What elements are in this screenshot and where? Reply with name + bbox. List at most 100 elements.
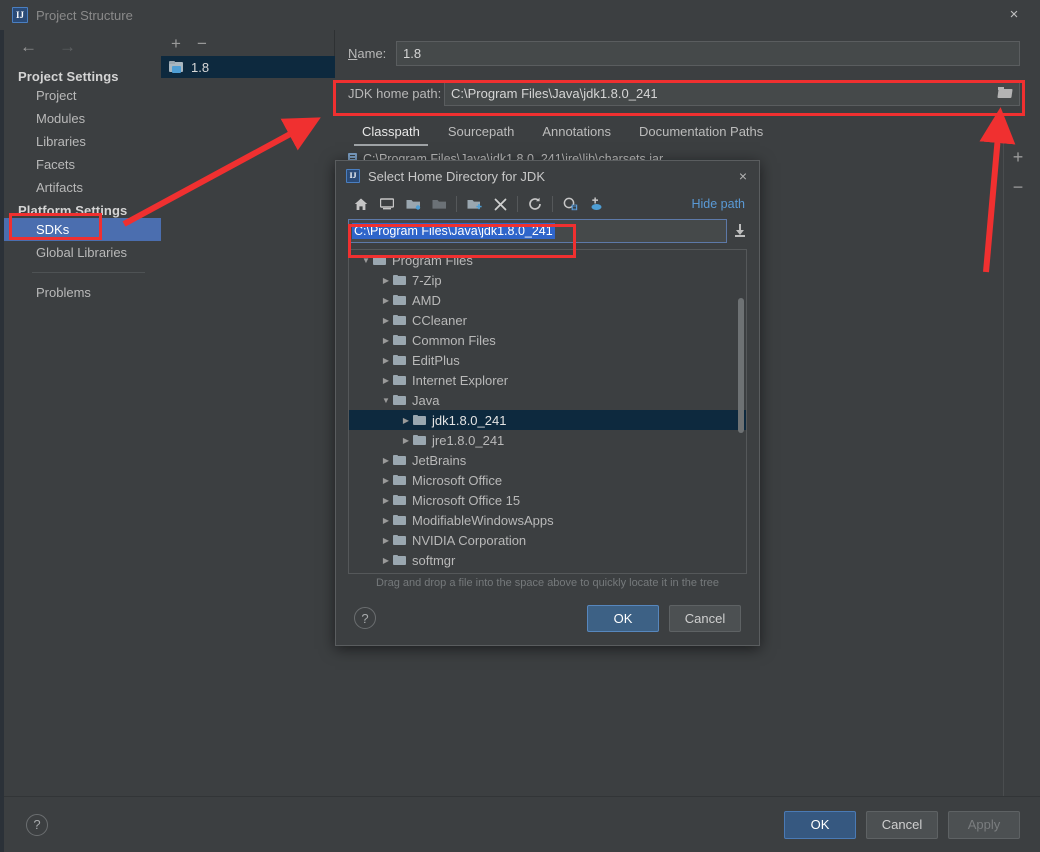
tree-item[interactable]: ▼ Program Files [349, 250, 746, 270]
tree-item[interactable]: ▼ Java [349, 390, 746, 410]
chevron-right-icon[interactable]: ▶ [379, 316, 393, 325]
directory-tree-rows: ▼ Program Files ▶ 7-Zip ▶ AMD ▶ CCleaner ▶ Common… [349, 250, 746, 570]
folder-icon [393, 494, 406, 506]
tree-scrollbar[interactable] [738, 298, 744, 433]
browse-folder-icon[interactable] [998, 86, 1013, 99]
download-icon[interactable] [733, 224, 747, 238]
tab-documentation-paths[interactable]: Documentation Paths [625, 120, 777, 146]
tree-item[interactable]: ▶ EditPlus [349, 350, 746, 370]
sidebar-item-sdks[interactable]: SDKs [4, 218, 161, 241]
modal-close-icon[interactable]: × [739, 168, 747, 184]
chevron-right-icon[interactable]: ▶ [379, 476, 393, 485]
cancel-button[interactable]: Cancel [866, 810, 938, 839]
tree-item-label: jre1.8.0_241 [432, 432, 505, 448]
tree-item[interactable]: ▶ ModifiableWindowsApps [349, 510, 746, 530]
tab-sourcepath[interactable]: Sourcepath [434, 120, 529, 146]
refresh-icon[interactable] [522, 193, 548, 215]
chevron-right-icon[interactable]: ▶ [379, 276, 393, 285]
chevron-right-icon[interactable]: ▶ [399, 436, 413, 445]
add-bookmark-icon[interactable] [583, 193, 609, 215]
sidebar-item-facets[interactable]: Facets [4, 153, 161, 176]
tree-item[interactable]: ▶ jdk1.8.0_241 [349, 410, 746, 430]
jdk-home-path-input[interactable] [444, 80, 1020, 106]
tree-item-label: Program Files [392, 252, 473, 268]
sidebar-item-global-libraries[interactable]: Global Libraries [4, 241, 161, 264]
add-sdk-button[interactable]: + [171, 35, 181, 52]
tree-item-label: EditPlus [412, 352, 460, 368]
chevron-right-icon[interactable]: ▶ [379, 516, 393, 525]
tree-item[interactable]: ▶ jre1.8.0_241 [349, 430, 746, 450]
sidebar-item-artifacts[interactable]: Artifacts [4, 176, 161, 199]
folder-icon [393, 514, 406, 526]
tree-item-label: 7-Zip [412, 272, 442, 288]
modal-path-input[interactable]: C:\Program Files\Java\jdk1.8.0_241 [348, 219, 727, 243]
folder-icon [393, 394, 406, 406]
detail-tabs: Classpath Sourcepath Annotations Documen… [348, 120, 1040, 146]
title-bar: IJ Project Structure × [0, 0, 1040, 30]
chevron-right-icon[interactable]: ▶ [399, 416, 413, 425]
tree-item[interactable]: ▶ CCleaner [349, 310, 746, 330]
nav-arrows: ← → [4, 30, 161, 55]
tree-item[interactable]: ▶ softmgr [349, 550, 746, 570]
tree-item[interactable]: ▶ Microsoft Office 15 [349, 490, 746, 510]
tree-item-label: AMD [412, 292, 441, 308]
help-icon[interactable]: ? [26, 813, 48, 836]
chevron-right-icon[interactable]: ▶ [379, 376, 393, 385]
sidebar-item-modules[interactable]: Modules [4, 107, 161, 130]
sidebar-item-problems[interactable]: Problems [4, 281, 161, 304]
chevron-right-icon[interactable]: ▶ [379, 356, 393, 365]
modal-cancel-button[interactable]: Cancel [669, 604, 741, 632]
desktop-icon[interactable] [374, 193, 400, 215]
chevron-right-icon[interactable]: ▶ [379, 536, 393, 545]
delete-icon[interactable] [487, 193, 513, 215]
sidebar-item-project[interactable]: Project [4, 84, 161, 107]
show-hidden-icon[interactable] [557, 193, 583, 215]
modal-help-icon[interactable]: ? [354, 607, 376, 629]
toolbar-separator-1 [452, 193, 461, 215]
home-icon[interactable] [348, 193, 374, 215]
chevron-right-icon[interactable]: ▶ [379, 296, 393, 305]
back-arrow-icon[interactable]: ← [20, 38, 37, 55]
sidebar-item-libraries[interactable]: Libraries [4, 130, 161, 153]
close-icon[interactable]: × [1006, 7, 1022, 23]
tree-item[interactable]: ▶ Microsoft Office [349, 470, 746, 490]
hide-path-link[interactable]: Hide path [691, 197, 745, 211]
tab-classpath[interactable]: Classpath [348, 120, 434, 146]
sdk-list-item-1-8[interactable]: 1.8 [161, 56, 335, 78]
app-icon: IJ [12, 7, 28, 23]
jdk-home-path-label: JDK home path: [348, 85, 442, 101]
modal-ok-button[interactable]: OK [587, 604, 659, 632]
chevron-down-icon[interactable]: ▼ [359, 256, 373, 265]
toolbar-separator-2 [513, 193, 522, 215]
tree-item-label: CCleaner [412, 312, 467, 328]
chevron-right-icon[interactable]: ▶ [379, 456, 393, 465]
apply-button[interactable]: Apply [948, 810, 1020, 839]
chevron-down-icon[interactable]: ▼ [379, 396, 393, 405]
ok-button[interactable]: OK [784, 810, 856, 839]
chevron-right-icon[interactable]: ▶ [379, 496, 393, 505]
forward-arrow-icon[interactable]: → [59, 38, 76, 55]
sdk-list-item-label: 1.8 [191, 59, 210, 75]
remove-sdk-button[interactable]: − [197, 35, 207, 52]
chevron-right-icon[interactable]: ▶ [379, 336, 393, 345]
tree-item[interactable]: ▶ Common Files [349, 330, 746, 350]
project-settings-heading: Project Settings [18, 69, 119, 84]
tab-annotations[interactable]: Annotations [528, 120, 625, 146]
new-folder-icon[interactable] [461, 193, 487, 215]
tree-item[interactable]: ▶ NVIDIA Corporation [349, 530, 746, 550]
tree-item[interactable]: ▶ JetBrains [349, 450, 746, 470]
tree-item[interactable]: ▶ AMD [349, 290, 746, 310]
chevron-right-icon[interactable]: ▶ [379, 556, 393, 565]
sdk-toolbar: + − [161, 30, 334, 56]
tree-item-label: ModifiableWindowsApps [412, 512, 554, 528]
modal-path-value: C:\Program Files\Java\jdk1.8.0_241 [352, 223, 555, 239]
tree-item[interactable]: ▶ Internet Explorer [349, 370, 746, 390]
add-classpath-button[interactable]: + [1004, 148, 1032, 166]
modal-footer: ? OK Cancel [336, 591, 759, 645]
tree-item-label: Microsoft Office [412, 472, 503, 488]
folder-icon [393, 554, 406, 566]
project-folder-icon[interactable] [400, 193, 426, 215]
name-input[interactable] [396, 40, 1020, 66]
tree-item[interactable]: ▶ 7-Zip [349, 270, 746, 290]
remove-classpath-button[interactable]: − [1004, 178, 1032, 196]
